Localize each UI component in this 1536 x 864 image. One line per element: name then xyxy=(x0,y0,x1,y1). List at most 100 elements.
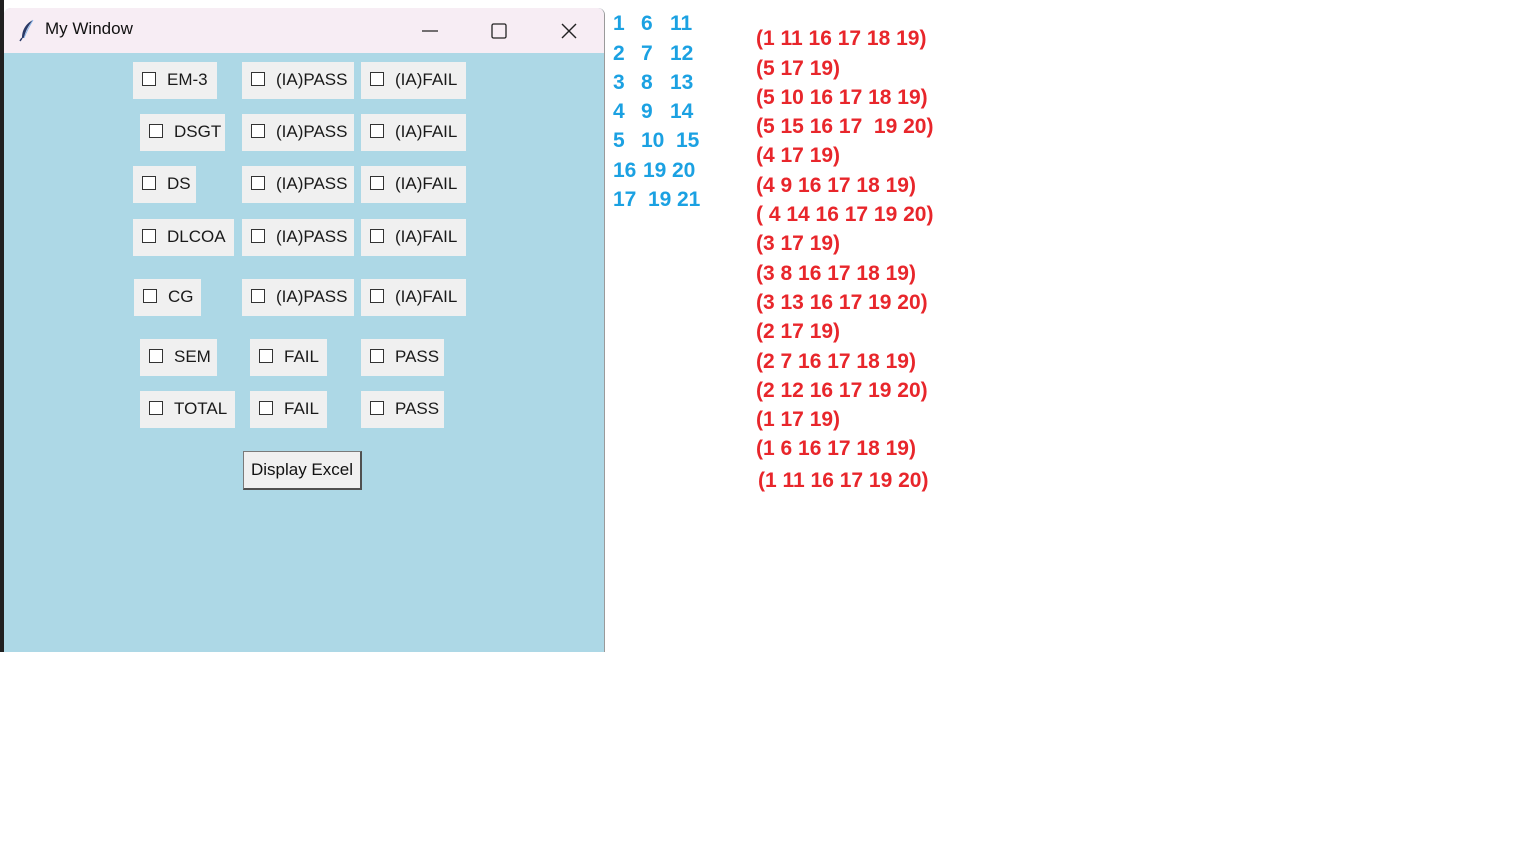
grid-cell: 17 xyxy=(613,188,637,211)
grid-cell: 13 xyxy=(670,71,694,94)
window-title: My Window xyxy=(45,19,133,38)
grid-cell: 10 xyxy=(641,129,665,152)
checkbox-label: (IA)PASS xyxy=(276,287,348,306)
checkbox-box[interactable] xyxy=(149,349,163,363)
sequence-line: (3 8 16 17 18 19) xyxy=(756,262,916,285)
display-excel-button[interactable]: Display Excel xyxy=(243,451,362,490)
checkbox-cg-ia-fail[interactable]: (IA)FAIL xyxy=(361,279,466,316)
sequence-line: (3 13 16 17 19 20) xyxy=(756,291,928,314)
checkbox-total-pass[interactable]: PASS xyxy=(361,391,444,428)
grid-cell: 1 xyxy=(613,12,625,35)
checkbox-box[interactable] xyxy=(251,176,265,190)
checkbox-total[interactable]: TOTAL xyxy=(140,391,235,428)
grid-cell: 8 xyxy=(641,71,653,94)
checkbox-box[interactable] xyxy=(142,229,156,243)
checkbox-box[interactable] xyxy=(370,176,384,190)
sequence-line: (4 17 19) xyxy=(756,144,841,167)
screen: My Window EM-3 (IA)PASS (IA)FAIL DSGT (I… xyxy=(0,0,1536,864)
checkbox-total-fail[interactable]: FAIL xyxy=(250,391,327,428)
sequence-line: (1 17 19) xyxy=(756,408,841,431)
checkbox-box[interactable] xyxy=(251,72,265,86)
checkbox-label: (IA)PASS xyxy=(276,227,348,246)
sequence-line: (4 9 16 17 18 19) xyxy=(756,174,916,197)
grid-cell: 7 xyxy=(641,42,653,65)
checkbox-box[interactable] xyxy=(142,176,156,190)
sequence-line: ( 4 14 16 17 19 20) xyxy=(756,203,934,226)
title-bar[interactable]: My Window xyxy=(4,8,604,53)
grid-cell: 6 xyxy=(641,12,653,35)
grid-cell: 14 xyxy=(670,100,694,123)
checkbox-box[interactable] xyxy=(251,124,265,138)
minimize-button[interactable] xyxy=(410,16,450,46)
sequence-line: (2 7 16 17 18 19) xyxy=(756,350,916,373)
checkbox-box[interactable] xyxy=(259,401,273,415)
checkbox-ds-ia-pass[interactable]: (IA)PASS xyxy=(242,166,354,203)
checkbox-label: DLCOA xyxy=(167,227,226,246)
checkbox-sem-fail[interactable]: FAIL xyxy=(250,339,327,376)
checkbox-dsgt-ia-fail[interactable]: (IA)FAIL xyxy=(361,114,466,151)
grid-cell: 11 xyxy=(670,12,693,35)
checkbox-ds[interactable]: DS xyxy=(133,166,196,203)
checkbox-label: FAIL xyxy=(284,347,319,366)
maximize-icon xyxy=(491,23,507,39)
grid-cell: 3 xyxy=(613,71,625,94)
checkbox-box[interactable] xyxy=(251,289,265,303)
checkbox-label: FAIL xyxy=(284,399,319,418)
sequence-line: (5 10 16 17 18 19) xyxy=(756,86,928,109)
checkbox-box[interactable] xyxy=(251,229,265,243)
checkbox-em3-ia-fail[interactable]: (IA)FAIL xyxy=(361,62,466,99)
close-icon xyxy=(561,23,577,39)
grid-cell: 5 xyxy=(613,129,625,152)
grid-cell: 9 xyxy=(641,100,653,123)
sequence-line: (5 15 16 17 19 20) xyxy=(756,115,934,138)
feather-icon xyxy=(18,18,38,42)
checkbox-dlcoa-ia-fail[interactable]: (IA)FAIL xyxy=(361,219,466,256)
checkbox-cg[interactable]: CG xyxy=(134,279,201,316)
checkbox-dsgt[interactable]: DSGT xyxy=(140,114,225,151)
checkbox-box[interactable] xyxy=(370,289,384,303)
checkbox-label: PASS xyxy=(395,399,440,418)
checkbox-em3-ia-pass[interactable]: (IA)PASS xyxy=(242,62,354,99)
sequence-line: (2 12 16 17 19 20) xyxy=(756,379,928,402)
checkbox-label: TOTAL xyxy=(174,399,228,418)
checkbox-cg-ia-pass[interactable]: (IA)PASS xyxy=(242,279,354,316)
checkbox-label: (IA)PASS xyxy=(276,122,348,141)
checkbox-box[interactable] xyxy=(370,124,384,138)
checkbox-label: (IA)PASS xyxy=(276,70,348,89)
sequence-line: (1 11 16 17 19 20) xyxy=(758,469,929,492)
checkbox-box[interactable] xyxy=(143,289,157,303)
checkbox-label: (IA)PASS xyxy=(276,174,348,193)
checkbox-sem[interactable]: SEM xyxy=(140,339,217,376)
checkbox-label: (IA)FAIL xyxy=(395,174,458,193)
checkbox-box[interactable] xyxy=(370,349,384,363)
checkbox-dsgt-ia-pass[interactable]: (IA)PASS xyxy=(242,114,354,151)
grid-cell: 19 xyxy=(648,188,672,211)
app-window: My Window EM-3 (IA)PASS (IA)FAIL DSGT (I… xyxy=(4,8,605,652)
checkbox-box[interactable] xyxy=(142,72,156,86)
checkbox-box[interactable] xyxy=(149,124,163,138)
sequence-line: (5 17 19) xyxy=(756,57,841,80)
checkbox-dlcoa[interactable]: DLCOA xyxy=(133,219,234,256)
checkbox-box[interactable] xyxy=(370,229,384,243)
maximize-button[interactable] xyxy=(479,16,519,46)
checkbox-ds-ia-fail[interactable]: (IA)FAIL xyxy=(361,166,466,203)
checkbox-box[interactable] xyxy=(370,72,384,86)
close-button[interactable] xyxy=(549,16,589,46)
sequence-line: (1 11 16 17 18 19) xyxy=(756,27,927,50)
grid-cell: 19 xyxy=(643,159,667,182)
sequence-line: (1 6 16 17 18 19) xyxy=(756,437,916,460)
checkbox-dlcoa-ia-pass[interactable]: (IA)PASS xyxy=(242,219,354,256)
checkbox-label: SEM xyxy=(174,347,211,366)
sequence-line: (2 17 19) xyxy=(756,320,841,343)
checkbox-label: CG xyxy=(168,287,194,306)
checkbox-sem-pass[interactable]: PASS xyxy=(361,339,444,376)
checkbox-em3[interactable]: EM-3 xyxy=(133,62,217,99)
checkbox-box[interactable] xyxy=(370,401,384,415)
checkbox-label: (IA)FAIL xyxy=(395,70,458,89)
checkbox-box[interactable] xyxy=(149,401,163,415)
grid-cell: 2 xyxy=(613,42,625,65)
checkbox-label: (IA)FAIL xyxy=(395,122,458,141)
checkbox-label: (IA)FAIL xyxy=(395,227,458,246)
checkbox-box[interactable] xyxy=(259,349,273,363)
grid-cell: 21 xyxy=(677,188,701,211)
